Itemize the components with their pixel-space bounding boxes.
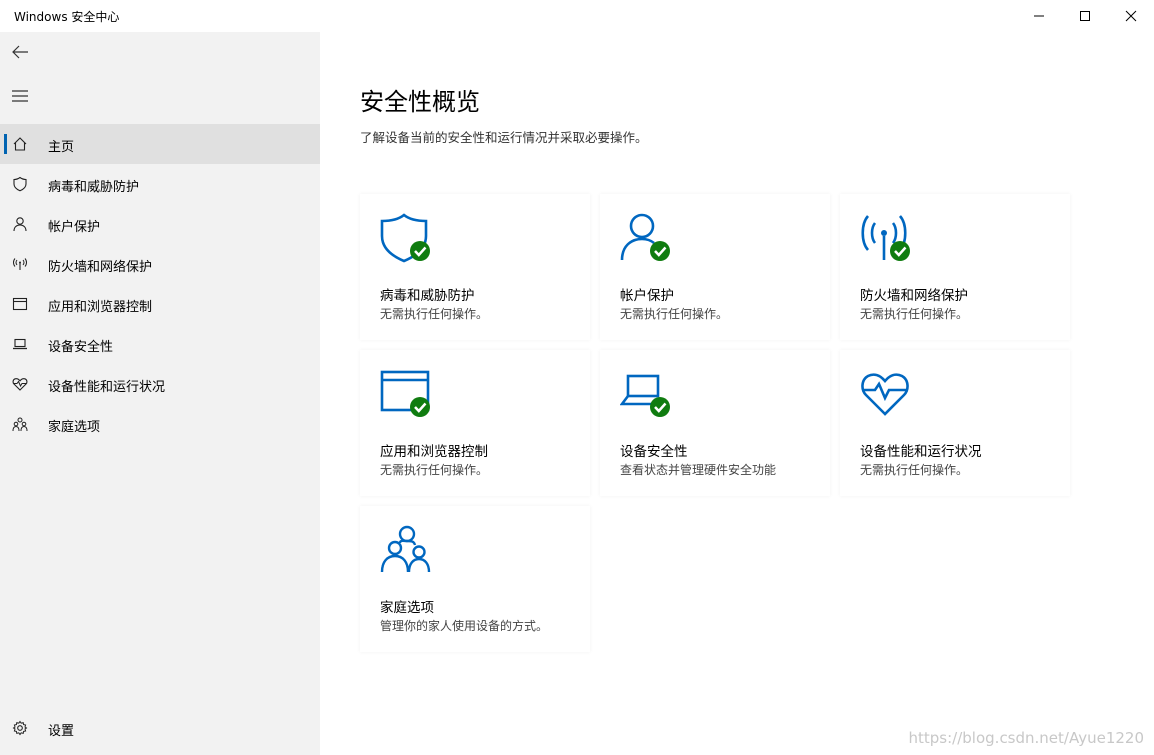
card-description: 管理你的家人使用设备的方式。 <box>380 619 549 633</box>
active-indicator <box>4 134 7 154</box>
sidebar-item-device-security[interactable]: 设备安全性 <box>0 324 320 364</box>
sidebar-item-settings[interactable]: 设置 <box>0 708 320 748</box>
page-subtitle: 了解设备当前的安全性和运行情况并采取必要操作。 <box>360 130 648 145</box>
sidebar-item-label: 主页 <box>48 140 75 155</box>
sidebar-item-label: 防火墙和网络保护 <box>48 260 153 275</box>
shield-icon <box>380 212 432 264</box>
sidebar-item-label: 应用和浏览器控制 <box>48 300 153 315</box>
close-button[interactable] <box>1108 0 1154 32</box>
sidebar-item-account-protection[interactable]: 帐户保护 <box>0 204 320 244</box>
home-icon <box>12 136 28 152</box>
heart-pulse-icon <box>12 376 28 392</box>
maximize-icon <box>1080 11 1090 21</box>
card-title: 设备性能和运行状况 <box>860 444 982 460</box>
sidebar-item-home[interactable]: 主页 <box>0 124 320 164</box>
card-title: 帐户保护 <box>620 288 674 304</box>
shield-icon <box>12 176 28 192</box>
card-title: 防火墙和网络保护 <box>860 288 968 304</box>
card-title: 应用和浏览器控制 <box>380 444 488 460</box>
sidebar-item-label: 设备安全性 <box>48 340 114 355</box>
card-description: 查看状态并管理硬件安全功能 <box>620 463 777 477</box>
card-account-protection[interactable]: 帐户保护 无需执行任何操作。 <box>600 194 830 340</box>
sidebar: 主页 病毒和威胁防护 帐户保护 防火墙和网络保护 应用和浏览器控制 设备安全性 <box>0 32 320 755</box>
main-content: 安全性概览 了解设备当前的安全性和运行情况并采取必要操作。 病毒和威胁防护 无需… <box>320 32 1154 755</box>
sidebar-item-label: 设置 <box>48 724 75 739</box>
browser-window-icon <box>12 296 28 312</box>
card-title: 设备安全性 <box>620 444 688 460</box>
hamburger-menu-button[interactable] <box>0 76 40 116</box>
back-arrow-icon <box>12 45 28 59</box>
laptop-icon <box>12 336 28 352</box>
window-title: Windows 安全中心 <box>14 10 120 24</box>
title-bar: Windows 安全中心 <box>0 0 1154 32</box>
sidebar-item-label: 家庭选项 <box>48 420 101 435</box>
card-title: 家庭选项 <box>380 600 434 616</box>
sidebar-item-app-browser-control[interactable]: 应用和浏览器控制 <box>0 284 320 324</box>
card-device-performance[interactable]: 设备性能和运行状况 无需执行任何操作。 <box>840 350 1070 496</box>
card-firewall[interactable]: 防火墙和网络保护 无需执行任何操作。 <box>840 194 1070 340</box>
card-virus-protection[interactable]: 病毒和威胁防护 无需执行任何操作。 <box>360 194 590 340</box>
minimize-icon <box>1034 15 1044 17</box>
card-title: 病毒和威胁防护 <box>380 288 475 304</box>
laptop-icon <box>620 368 672 420</box>
sidebar-item-family-options[interactable]: 家庭选项 <box>0 404 320 444</box>
minimize-button[interactable] <box>1016 0 1062 32</box>
hamburger-icon <box>12 90 28 102</box>
sidebar-item-label: 病毒和威胁防护 <box>48 180 140 195</box>
watermark: https://blog.csdn.net/Ayue1220 <box>908 729 1144 747</box>
card-description: 无需执行任何操作。 <box>860 463 969 477</box>
sidebar-item-label: 帐户保护 <box>48 220 101 235</box>
person-icon <box>620 212 672 264</box>
browser-window-icon <box>380 368 432 420</box>
maximize-button[interactable] <box>1062 0 1108 32</box>
antenna-icon <box>860 212 912 264</box>
sidebar-item-firewall[interactable]: 防火墙和网络保护 <box>0 244 320 284</box>
heart-pulse-icon <box>860 368 912 420</box>
back-button[interactable] <box>0 32 40 72</box>
card-description: 无需执行任何操作。 <box>380 463 489 477</box>
card-description: 无需执行任何操作。 <box>620 307 729 321</box>
card-app-browser-control[interactable]: 应用和浏览器控制 无需执行任何操作。 <box>360 350 590 496</box>
sidebar-item-device-performance[interactable]: 设备性能和运行状况 <box>0 364 320 404</box>
page-title: 安全性概览 <box>360 88 480 116</box>
person-icon <box>12 216 28 232</box>
card-device-security[interactable]: 设备安全性 查看状态并管理硬件安全功能 <box>600 350 830 496</box>
sidebar-item-virus-protection[interactable]: 病毒和威胁防护 <box>0 164 320 204</box>
card-description: 无需执行任何操作。 <box>380 307 489 321</box>
card-description: 无需执行任何操作。 <box>860 307 969 321</box>
antenna-icon <box>12 256 28 272</box>
card-family-options[interactable]: 家庭选项 管理你的家人使用设备的方式。 <box>360 506 590 652</box>
family-icon <box>12 416 28 432</box>
close-icon <box>1125 10 1137 22</box>
sidebar-item-label: 设备性能和运行状况 <box>48 380 166 395</box>
gear-icon <box>12 720 28 736</box>
family-icon <box>380 524 432 576</box>
